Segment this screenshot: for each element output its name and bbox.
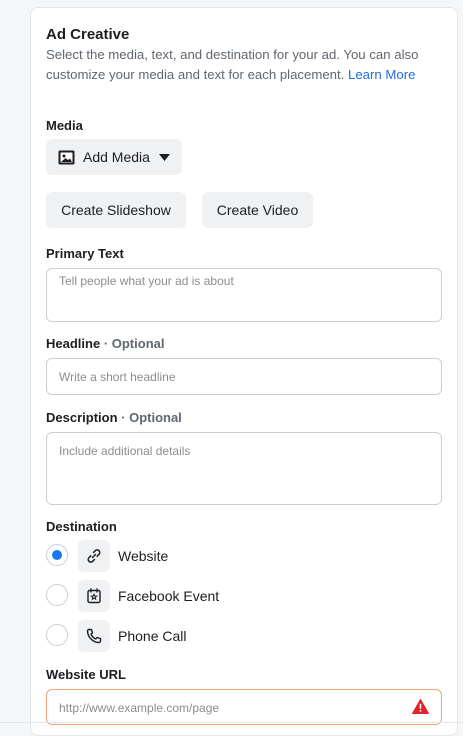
- primary-text-field[interactable]: Tell people what your ad is about: [46, 268, 442, 322]
- create-slideshow-button[interactable]: Create Slideshow: [46, 192, 186, 228]
- add-media-label: Add Media: [83, 149, 150, 165]
- website-option-label: Website: [118, 548, 169, 564]
- phone-call-option-label: Phone Call: [118, 628, 187, 644]
- media-label: Media: [46, 118, 83, 133]
- headline-label: Headline · Optional: [46, 336, 165, 351]
- destination-option-facebook-event[interactable]: Facebook Event: [46, 580, 346, 612]
- website-url-field[interactable]: http://www.example.com/page: [46, 689, 442, 725]
- learn-more-link[interactable]: Learn More: [348, 67, 415, 82]
- phone-call-radio[interactable]: [46, 624, 68, 646]
- headline-placeholder: Write a short headline: [59, 370, 176, 384]
- add-media-button[interactable]: Add Media: [46, 139, 182, 175]
- section-title: Ad Creative: [46, 26, 130, 43]
- description-optional: · Optional: [121, 410, 182, 425]
- website-radio[interactable]: [46, 544, 68, 566]
- bottom-divider: [0, 722, 463, 723]
- destination-option-phone-call[interactable]: Phone Call: [46, 620, 346, 652]
- ad-creative-card: Ad Creative Select the media, text, and …: [30, 7, 458, 736]
- link-icon: [78, 540, 110, 572]
- create-video-button[interactable]: Create Video: [202, 192, 313, 228]
- section-subtitle: Select the media, text, and destination …: [46, 47, 419, 82]
- description-placeholder: Include additional details: [59, 444, 191, 458]
- caret-down-icon: [158, 153, 170, 161]
- description-label: Description · Optional: [46, 410, 182, 425]
- website-url-label: Website URL: [46, 667, 126, 682]
- event-icon: [78, 580, 110, 612]
- image-icon: [58, 150, 75, 165]
- headline-optional: · Optional: [103, 336, 165, 351]
- website-url-placeholder: http://www.example.com/page: [59, 701, 220, 715]
- phone-icon: [78, 620, 110, 652]
- warning-icon: [412, 699, 429, 714]
- destination-label: Destination: [46, 519, 117, 534]
- description-field[interactable]: Include additional details: [46, 432, 442, 505]
- primary-text-placeholder: Tell people what your ad is about: [59, 274, 234, 288]
- facebook-event-radio[interactable]: [46, 584, 68, 606]
- headline-field[interactable]: Write a short headline: [46, 358, 442, 395]
- facebook-event-option-label: Facebook Event: [118, 588, 220, 604]
- destination-option-website[interactable]: Website: [46, 540, 346, 572]
- primary-text-label: Primary Text: [46, 246, 124, 261]
